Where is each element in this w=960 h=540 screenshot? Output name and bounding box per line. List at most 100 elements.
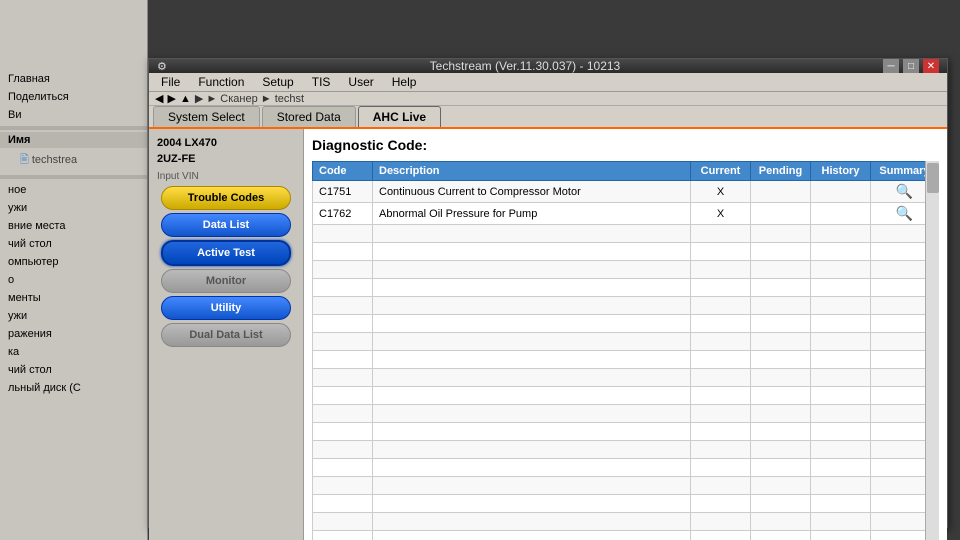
menu-file[interactable]: File <box>153 73 188 91</box>
vehicle-model: 2004 LX470 <box>153 137 299 149</box>
data-list-button[interactable]: Data List <box>161 213 291 237</box>
scrollbar-thumb[interactable] <box>927 163 939 193</box>
menu-setup[interactable]: Setup <box>254 73 301 91</box>
col-description: Description <box>373 162 691 181</box>
nav-ka[interactable]: ка <box>0 343 147 361</box>
cell-empty <box>811 297 871 315</box>
window-controls: ─ □ ✕ <box>883 59 939 73</box>
forward-icon[interactable]: ▶ <box>167 92 175 105</box>
nav-menty[interactable]: менты <box>0 289 147 307</box>
cell-desc: Continuous Current to Compressor Motor <box>373 181 691 203</box>
cell-empty <box>811 279 871 297</box>
col-pending: Pending <box>751 162 811 181</box>
nav-vi[interactable]: Ви <box>0 106 147 124</box>
nav-podelit[interactable]: Поделиться <box>0 88 147 106</box>
menu-user[interactable]: User <box>340 73 381 91</box>
nav-chistol2[interactable]: чий стол <box>0 361 147 379</box>
nav-glavnaya[interactable]: Главная <box>0 70 147 88</box>
utility-button[interactable]: Utility <box>161 296 291 320</box>
cell-empty <box>751 333 811 351</box>
back-icon[interactable]: ◀ <box>155 92 163 105</box>
cell-empty <box>691 351 751 369</box>
scrollbar[interactable] <box>925 161 939 540</box>
cell-history <box>811 203 871 225</box>
trouble-codes-button[interactable]: Trouble Codes <box>161 186 291 210</box>
tab-ahc-live[interactable]: AHC Live <box>358 106 441 127</box>
nav-chistol[interactable]: чий стол <box>0 235 147 253</box>
cell-empty <box>691 279 751 297</box>
cell-empty <box>373 387 691 405</box>
nav-computer[interactable]: омпьютер <box>0 253 147 271</box>
menu-help[interactable]: Help <box>384 73 425 91</box>
cell-empty <box>811 423 871 441</box>
cell-empty <box>751 315 811 333</box>
table-row-empty <box>313 315 939 333</box>
cell-empty <box>691 387 751 405</box>
cell-pending <box>751 203 811 225</box>
divider <box>0 126 147 130</box>
cell-current: X <box>691 203 751 225</box>
nav-uzhi2[interactable]: ужи <box>0 307 147 325</box>
nav-disk[interactable]: льный диск (С <box>0 379 147 397</box>
cell-empty <box>751 513 811 531</box>
table-header-row: Code Description Current Pending History… <box>313 162 939 181</box>
cell-empty <box>313 297 373 315</box>
summary-icon[interactable]: 🔍 <box>896 205 913 221</box>
cell-empty <box>811 387 871 405</box>
cell-empty <box>691 315 751 333</box>
monitor-button[interactable]: Monitor <box>161 269 291 293</box>
cell-empty <box>811 225 871 243</box>
maximize-button[interactable]: □ <box>903 59 919 73</box>
table-row-empty <box>313 423 939 441</box>
cell-empty <box>313 531 373 540</box>
nav-noe[interactable]: ное <box>0 181 147 199</box>
cell-empty <box>811 369 871 387</box>
cell-empty <box>373 513 691 531</box>
cell-empty <box>313 459 373 477</box>
menu-function[interactable]: Function <box>190 73 252 91</box>
cell-empty <box>691 477 751 495</box>
cell-empty <box>691 297 751 315</box>
cell-empty <box>373 333 691 351</box>
summary-icon[interactable]: 🔍 <box>896 183 913 199</box>
table-row[interactable]: C1762 Abnormal Oil Pressure for Pump X 🔍 <box>313 203 939 225</box>
active-test-button[interactable]: Active Test <box>161 240 291 266</box>
cell-empty <box>313 261 373 279</box>
tab-stored-data[interactable]: Stored Data <box>262 106 356 127</box>
nav-uzhi[interactable]: ужи <box>0 199 147 217</box>
cell-empty <box>313 495 373 513</box>
table-row[interactable]: C1751 Continuous Current to Compressor M… <box>313 181 939 203</box>
dual-data-list-button[interactable]: Dual Data List <box>161 323 291 347</box>
nav-techstream[interactable]: 🖹techstrea <box>0 148 147 173</box>
window-title: Techstream (Ver.11.30.037) - 10213 <box>167 59 883 73</box>
table-row-empty <box>313 441 939 459</box>
cell-empty <box>373 441 691 459</box>
nav-razheniya[interactable]: ражения <box>0 325 147 343</box>
table-row-empty <box>313 513 939 531</box>
cell-history <box>811 181 871 203</box>
menu-tis[interactable]: TIS <box>304 73 339 91</box>
nav-vniemesta[interactable]: вние места <box>0 217 147 235</box>
breadcrumb-bar: ◀ ▶ ▲ ▶ ► Сканер ► techst <box>149 92 947 106</box>
close-button[interactable]: ✕ <box>923 59 939 73</box>
diagnostic-title: Diagnostic Code: <box>312 137 939 153</box>
table-row-empty <box>313 279 939 297</box>
cell-empty <box>751 279 811 297</box>
tab-system-select[interactable]: System Select <box>153 106 260 127</box>
cell-empty <box>811 351 871 369</box>
cell-empty <box>811 405 871 423</box>
cell-empty <box>313 513 373 531</box>
cell-empty <box>811 477 871 495</box>
cell-empty <box>691 333 751 351</box>
function-sidebar: 2004 LX470 2UZ-FE Input VIN Trouble Code… <box>149 129 304 540</box>
nav-o[interactable]: о <box>0 271 147 289</box>
col-history: History <box>811 162 871 181</box>
breadcrumb-up-icon[interactable]: ▲ <box>180 93 191 105</box>
cell-empty <box>691 423 751 441</box>
cell-empty <box>313 279 373 297</box>
table-row-empty <box>313 297 939 315</box>
cell-empty <box>313 405 373 423</box>
cell-empty <box>811 261 871 279</box>
minimize-button[interactable]: ─ <box>883 59 899 73</box>
cell-empty <box>811 333 871 351</box>
